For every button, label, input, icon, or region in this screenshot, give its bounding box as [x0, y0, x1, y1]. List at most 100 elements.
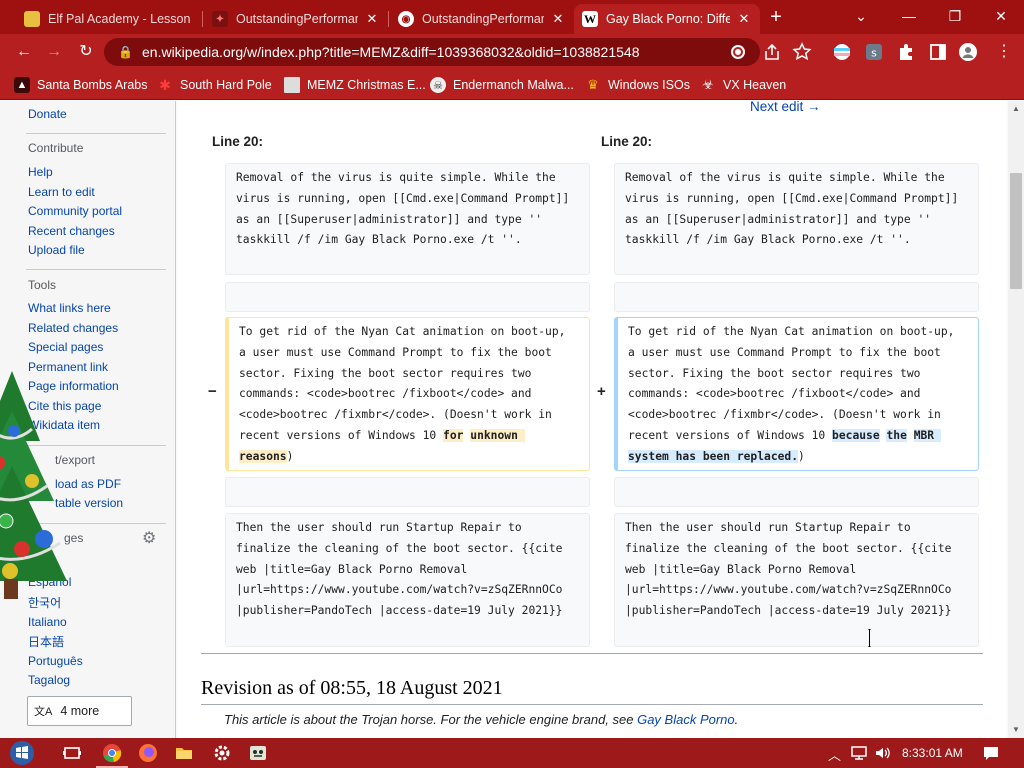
- close-window-button[interactable]: ✕: [986, 2, 1016, 30]
- notifications-icon[interactable]: [982, 744, 1000, 762]
- settings-gear-icon[interactable]: [212, 743, 232, 763]
- s-extension-icon[interactable]: s: [864, 42, 884, 62]
- close-icon[interactable]: ✕: [550, 11, 566, 27]
- next-edit-link[interactable]: Next edit →: [750, 101, 821, 114]
- diff-empty-row: [614, 282, 979, 312]
- image-icon: [284, 77, 300, 93]
- scroll-down-arrow[interactable]: ▼: [1011, 725, 1021, 735]
- hatnote-link[interactable]: Gay Black Porno: [637, 712, 735, 727]
- bookmarks-bar: ▲ Santa Bombs Arabs ✱ South Hard Pole ME…: [0, 70, 1024, 100]
- back-button[interactable]: ←: [12, 41, 36, 63]
- new-tab-button[interactable]: +: [764, 6, 788, 30]
- diff-added-text: To get rid of the Nyan Cat animation on …: [628, 325, 962, 442]
- sidebar-item-donate[interactable]: Donate: [28, 107, 67, 121]
- close-icon[interactable]: ✕: [736, 11, 752, 27]
- diff-marker-minus: −: [208, 383, 217, 400]
- diff-empty-row: [225, 282, 590, 312]
- biohazard-icon: ☣: [702, 77, 714, 92]
- diff-empty-row: [225, 477, 590, 507]
- sidebar-item-what-links-here[interactable]: What links here: [28, 301, 111, 315]
- revision-heading: Revision as of 08:55, 18 August 2021: [201, 677, 503, 699]
- tab-separator: [388, 11, 389, 27]
- volume-icon[interactable]: [874, 744, 892, 762]
- address-bar[interactable]: 🔒 en.wikipedia.org/w/index.php?title=MEM…: [104, 38, 760, 66]
- close-icon[interactable]: ✕: [364, 11, 380, 27]
- url-text: en.wikipedia.org/w/index.php?title=MEMZ&…: [142, 44, 640, 60]
- sidebar-item-recent-changes[interactable]: Recent changes: [28, 224, 115, 238]
- tab-strip: Elf Pal Academy - Lesson ✦ OutstandingPe…: [0, 0, 1024, 34]
- network-icon[interactable]: [850, 744, 868, 762]
- scrollbar-thumb[interactable]: [1010, 173, 1022, 289]
- sidebar-item-upload-file[interactable]: Upload file: [28, 243, 85, 257]
- diff-added-word: the: [886, 428, 907, 442]
- bookmark-4[interactable]: ☠ Endermanch Malwa...: [430, 76, 574, 94]
- tab-search-icon[interactable]: ⌄: [846, 2, 876, 30]
- tab-separator: [202, 11, 203, 27]
- tab-1[interactable]: Elf Pal Academy - Lesson: [16, 4, 202, 34]
- tab-3[interactable]: ◉ OutstandingPerformance ✕: [390, 4, 574, 34]
- bookmark-1[interactable]: ▲ Santa Bombs Arabs: [14, 76, 147, 94]
- thunder-icon: ✦: [212, 11, 228, 27]
- extensions-puzzle-icon[interactable]: [896, 42, 916, 62]
- bookmark-2[interactable]: ✱ South Hard Pole: [157, 76, 272, 94]
- forward-button[interactable]: →: [42, 41, 66, 63]
- sidebar-item-special-pages[interactable]: Special pages: [28, 340, 103, 354]
- divider: [26, 269, 166, 270]
- sidebar-lang-italiano[interactable]: Italiano: [28, 615, 67, 629]
- diff-added-line: To get rid of the Nyan Cat animation on …: [614, 317, 979, 471]
- text-cursor-icon: [868, 629, 871, 647]
- diff-context-right-2: Then the user should run Startup Repair …: [614, 513, 979, 647]
- svg-text:s: s: [871, 47, 877, 60]
- more-languages-button[interactable]: 文A 4 more: [27, 696, 132, 726]
- gear-icon[interactable]: ⚙: [142, 531, 158, 547]
- hatnote-suffix: .: [734, 712, 739, 727]
- wikipedia-icon: W: [582, 11, 598, 27]
- app-frog-icon[interactable]: [248, 743, 268, 763]
- profile-avatar-icon[interactable]: [958, 42, 978, 62]
- sidebar-item-help[interactable]: Help: [28, 165, 53, 179]
- line-label-left: Line 20:: [212, 134, 264, 149]
- bookmark-3[interactable]: MEMZ Christmas E...: [284, 76, 426, 94]
- sidebar-lang-japanese[interactable]: 日本語: [28, 633, 64, 650]
- bookmark-6[interactable]: ☣ VX Heaven: [700, 76, 786, 94]
- sidebar-lang-tagalog[interactable]: Tagalog: [28, 673, 70, 687]
- minimize-button[interactable]: —: [894, 2, 924, 30]
- sidebar-item-community-portal[interactable]: Community portal: [28, 204, 122, 218]
- web-page: Donate Contribute Help Learn to edit Com…: [0, 101, 1024, 738]
- diff-deleted-line: To get rid of the Nyan Cat animation on …: [225, 317, 590, 471]
- bookmark-5[interactable]: ♛ Windows ISOs: [585, 76, 690, 94]
- restore-button[interactable]: ❐: [940, 2, 970, 30]
- system-clock[interactable]: 8:33:01 AM: [902, 746, 963, 760]
- divider: [201, 704, 983, 705]
- sidebar-item-learn-to-edit[interactable]: Learn to edit: [28, 185, 95, 199]
- share-icon[interactable]: [762, 42, 782, 62]
- sidebar-lang-portugues[interactable]: Português: [28, 654, 83, 668]
- diff-context-left-2: Then the user should run Startup Repair …: [225, 513, 590, 647]
- diff-added-suffix: ): [798, 449, 805, 463]
- sidebar-item-related-changes[interactable]: Related changes: [28, 321, 118, 335]
- diff-marker-plus: +: [597, 383, 606, 400]
- diff-context-left-1: Removal of the virus is quite simple. Wh…: [225, 163, 590, 275]
- maple-icon: ✱: [159, 76, 171, 93]
- reload-button[interactable]: ↻: [74, 41, 98, 63]
- skull-icon: ☠: [430, 77, 446, 93]
- task-view-icon[interactable]: [62, 743, 82, 763]
- toolbar: ← → ↻ 🔒 en.wikipedia.org/w/index.php?tit…: [0, 34, 1024, 70]
- menu-kebab-icon[interactable]: ⋮: [992, 41, 1016, 63]
- side-panel-icon[interactable]: [928, 42, 948, 62]
- tab-2[interactable]: ✦ OutstandingPerformance ✕: [204, 4, 388, 34]
- bookmark-star-icon[interactable]: [792, 42, 812, 62]
- screen: Elf Pal Academy - Lesson ✦ OutstandingPe…: [0, 0, 1024, 768]
- tab-4-active[interactable]: W Gay Black Porno: Difference ✕: [574, 4, 760, 34]
- scroll-up-arrow[interactable]: ▲: [1011, 104, 1021, 114]
- show-hidden-icons[interactable]: ︿: [828, 745, 841, 764]
- firefox-icon[interactable]: [138, 743, 158, 763]
- google-lens-icon[interactable]: [730, 44, 746, 60]
- flag-extension-icon[interactable]: [832, 42, 852, 62]
- start-button-icon[interactable]: [8, 739, 36, 767]
- chrome-icon[interactable]: [102, 743, 122, 763]
- file-explorer-icon[interactable]: [174, 743, 194, 763]
- sidebar-heading-contribute: Contribute: [28, 141, 84, 155]
- diff-empty-row: [614, 477, 979, 507]
- diff-added-word: because: [832, 428, 880, 442]
